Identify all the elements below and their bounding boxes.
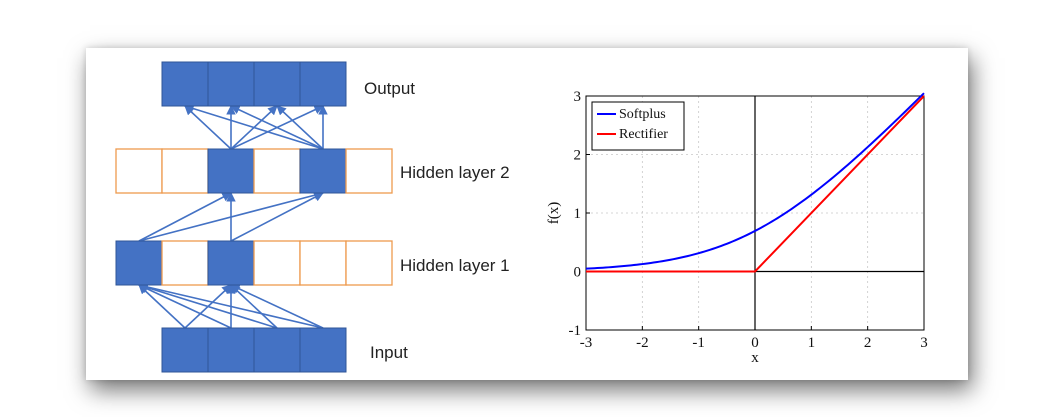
- legend-entry: Rectifier: [619, 127, 668, 142]
- input-unit-3: [253, 327, 301, 373]
- network-connections: [138, 103, 328, 329]
- y-tick-label: 2: [574, 148, 582, 164]
- hidden1-unit-2: [161, 240, 209, 286]
- y-tick-label: 3: [574, 89, 582, 105]
- hidden-layer-1-label: Hidden layer 1: [400, 256, 510, 275]
- output-layer-label: Output: [364, 79, 415, 98]
- chart-legend: Softplus Rectifier: [591, 101, 685, 151]
- input-unit-1: [161, 327, 209, 373]
- y-tick-label: 1: [574, 206, 582, 222]
- x-tick-label: 0: [751, 335, 759, 351]
- y-axis-label: f(x): [546, 202, 562, 225]
- y-tick-labels: -1 0 1 2 3: [569, 89, 590, 339]
- output-unit-2: [207, 61, 255, 107]
- hidden1-unit-1: [115, 240, 163, 286]
- y-tick-label: -1: [569, 323, 582, 339]
- connection-arrow: [138, 284, 232, 329]
- legend-entry: Softplus: [619, 107, 666, 122]
- hidden2-unit-5: [299, 148, 347, 194]
- figure-canvas: Output Hidden layer 2 Hidden layer 1 Inp…: [115, 61, 928, 373]
- x-tick-label: 3: [920, 335, 928, 351]
- hidden2-unit-3: [207, 148, 255, 194]
- x-axis-label: x: [751, 350, 759, 366]
- hidden2-unit-6: [345, 148, 393, 194]
- x-tick-label: -3: [580, 335, 593, 351]
- x-tick-label: 1: [808, 335, 816, 351]
- neural-network-diagram: Output Hidden layer 2 Hidden layer 1 Inp…: [115, 61, 510, 373]
- x-tick-label: -2: [636, 335, 649, 351]
- connection-arrow: [184, 103, 324, 150]
- hidden1-unit-5: [299, 240, 347, 286]
- output-unit-4: [299, 61, 347, 107]
- figure-card: Output Hidden layer 2 Hidden layer 1 Inp…: [86, 48, 968, 380]
- hidden-layer-2-label: Hidden layer 2: [400, 163, 510, 182]
- x-tick-label: 2: [864, 335, 872, 351]
- connection-arrow: [138, 192, 232, 242]
- output-unit-3: [253, 61, 301, 107]
- input-unit-4: [299, 327, 347, 373]
- output-unit-1: [161, 61, 209, 107]
- hidden1-unit-6: [345, 240, 393, 286]
- network-units: [115, 61, 393, 373]
- connection-arrow: [230, 192, 324, 242]
- x-tick-label: -1: [692, 335, 705, 351]
- connection-arrow: [230, 284, 324, 329]
- hidden1-unit-4: [253, 240, 301, 286]
- hidden2-unit-4: [253, 148, 301, 194]
- y-tick-label: 0: [574, 265, 582, 281]
- hidden2-unit-1: [115, 148, 163, 194]
- input-layer-label: Input: [370, 343, 408, 362]
- activation-function-chart: -3 -2 -1 0 1 2 3 -1 0 1 2 3 x f(x) Softplus Rectifi…: [546, 89, 928, 366]
- connection-arrow: [138, 282, 278, 329]
- input-unit-2: [207, 327, 255, 373]
- hidden1-unit-3: [207, 240, 255, 286]
- hidden2-unit-2: [161, 148, 209, 194]
